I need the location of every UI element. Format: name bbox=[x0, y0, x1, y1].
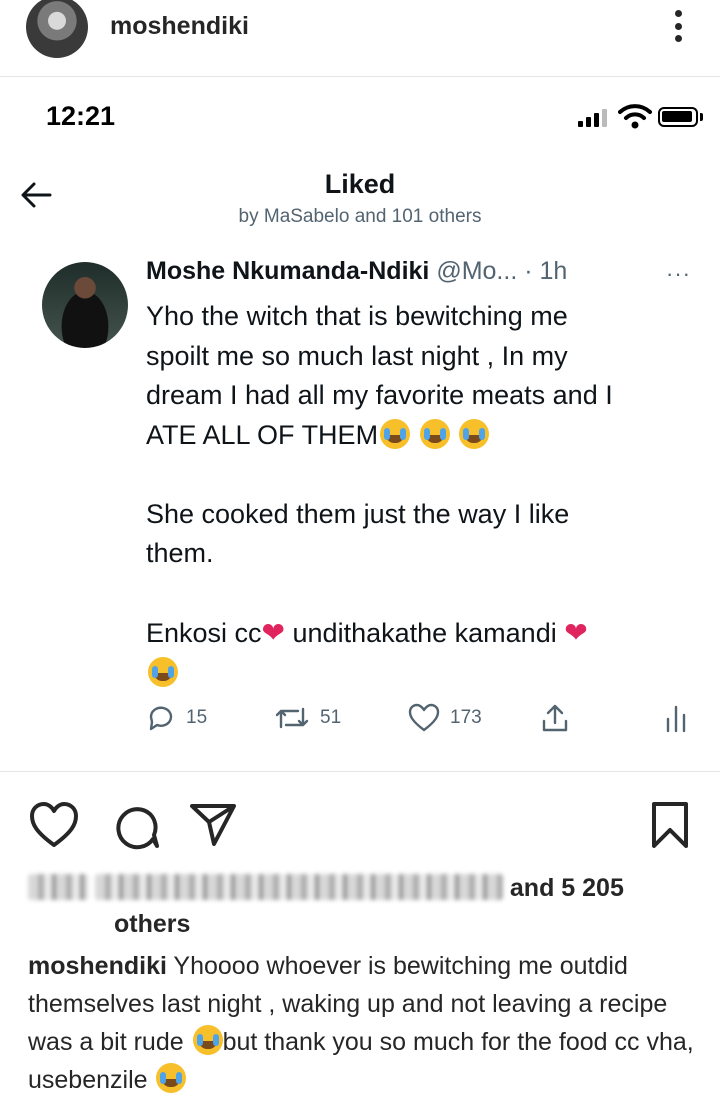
likes-count: and 5 205 bbox=[509, 874, 624, 902]
retweet-count: 51 bbox=[320, 707, 342, 728]
disappointed-emoji-icon bbox=[192, 1025, 223, 1055]
analytics-button[interactable] bbox=[664, 703, 688, 733]
avatar[interactable] bbox=[26, 0, 88, 58]
blurred-liker-names bbox=[94, 874, 503, 900]
post-image: 12:21 Liked by MaSabelo and 101 others M… bbox=[0, 77, 720, 772]
battery-icon bbox=[658, 107, 698, 127]
tweet-line: them. bbox=[146, 538, 214, 568]
tweet-line-text: ATE ALL OF THEM bbox=[146, 419, 379, 450]
caption-username[interactable]: moshendiki bbox=[28, 952, 167, 980]
tweet-line: spoilt me so much last night , In my bbox=[146, 340, 568, 371]
blurred-avatar bbox=[28, 874, 88, 900]
wifi-icon bbox=[618, 104, 652, 129]
tweet-line-text: Enkosi cc bbox=[146, 618, 262, 648]
red-heart-emoji-icon: ❤ bbox=[261, 617, 286, 648]
tweet-line-text: undithakathe kamandi bbox=[285, 618, 565, 648]
post-action-bar bbox=[0, 800, 720, 856]
tweet-actions: 15 51 173 bbox=[146, 703, 706, 737]
reply-icon bbox=[149, 706, 173, 731]
crying-emoji-icon bbox=[419, 418, 450, 449]
share-icon bbox=[542, 704, 568, 732]
reply-count: 15 bbox=[186, 707, 208, 728]
bookmark-icon[interactable] bbox=[648, 800, 692, 850]
status-time: 12:21 bbox=[46, 101, 116, 131]
comment-icon[interactable] bbox=[110, 800, 160, 850]
tweet-line bbox=[146, 654, 706, 694]
tweet-line: dream I had all my favorite meats and I bbox=[146, 380, 613, 410]
like-count: 173 bbox=[450, 707, 482, 728]
signal-icon bbox=[578, 109, 608, 127]
tweet-time: · 1h bbox=[524, 257, 568, 285]
crying-emoji-icon bbox=[380, 418, 411, 449]
like-button[interactable]: 173 bbox=[408, 703, 482, 733]
post-header: moshendiki bbox=[0, 0, 720, 77]
tweet-line: Yho the witch that is bewitching me bbox=[146, 301, 568, 331]
share-button[interactable] bbox=[540, 703, 570, 733]
tweet-author-name: Moshe Nkumanda-Ndiki bbox=[146, 257, 430, 285]
analytics-icon bbox=[666, 705, 686, 733]
post-username[interactable]: moshendiki bbox=[110, 12, 249, 41]
tweet-handle: @Mo... bbox=[436, 257, 518, 285]
tweet-avatar[interactable] bbox=[42, 262, 128, 348]
reply-button[interactable]: 15 bbox=[146, 703, 207, 733]
tweet-line: She cooked them just the way I like bbox=[146, 498, 570, 529]
liked-subtitle[interactable]: by MaSabelo and 101 others bbox=[0, 206, 720, 228]
status-icons bbox=[574, 103, 706, 131]
heart-icon[interactable] bbox=[28, 800, 80, 850]
crying-emoji-icon bbox=[148, 656, 178, 687]
post-caption: moshendiki Yhoooo whoever is bewitching … bbox=[28, 947, 708, 1099]
more-vertical-icon[interactable] bbox=[660, 6, 696, 46]
liked-title: Liked bbox=[324, 169, 396, 199]
red-heart-emoji-icon: ❤ bbox=[564, 617, 588, 648]
retweet-button[interactable]: 51 bbox=[274, 703, 341, 733]
retweet-icon bbox=[275, 707, 309, 729]
likes-others: others bbox=[114, 910, 191, 938]
tweet-line: ATE ALL OF THEM bbox=[146, 416, 706, 456]
tweet-text: Yho the witch that is bewitching me spoi… bbox=[146, 297, 706, 693]
tweet-author[interactable]: Moshe Nkumanda-Ndiki @Mo... · 1h bbox=[146, 257, 567, 286]
crying-emoji-icon bbox=[459, 418, 490, 449]
likes-summary[interactable]: and 5 205 others bbox=[28, 870, 708, 942]
heart-outline-icon bbox=[408, 703, 440, 732]
share-direct-icon[interactable] bbox=[188, 800, 238, 850]
tweet-line: Enkosi cc❤ undithakathe kamandi ❤ bbox=[146, 613, 706, 654]
smiling-face-with-hearts-emoji-icon bbox=[156, 1063, 187, 1093]
tweet-more-icon[interactable]: ··· bbox=[666, 261, 691, 287]
